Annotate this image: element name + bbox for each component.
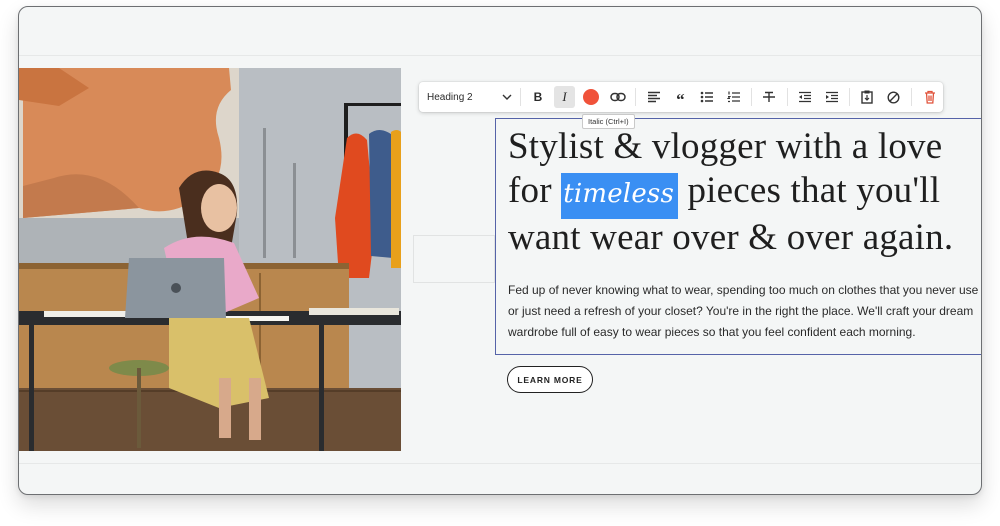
link-button[interactable] — [607, 86, 629, 108]
outdent-button[interactable] — [794, 86, 816, 108]
delete-button[interactable] — [919, 86, 941, 108]
section-divider-top — [19, 55, 981, 56]
empty-block-placeholder — [413, 235, 495, 283]
outdent-icon — [798, 91, 811, 103]
italic-icon: I — [562, 89, 567, 104]
editor-canvas: Stylist & vlogger with a love for timele… — [18, 6, 982, 495]
quote-button[interactable]: “ — [669, 86, 691, 109]
bold-icon: B — [533, 90, 543, 104]
bold-button[interactable]: B — [527, 86, 549, 108]
block-style-select[interactable]: Heading 2 — [419, 82, 516, 112]
selected-text[interactable]: timeless — [561, 173, 678, 219]
image-block[interactable] — [19, 68, 401, 451]
toolbar-divider — [519, 88, 521, 106]
headline[interactable]: Stylist & vlogger with a love for timele… — [508, 125, 978, 260]
toolbar-divider — [849, 88, 850, 106]
italic-tooltip: Italic (Ctrl+I) — [582, 114, 635, 129]
learn-more-button[interactable]: LEARN MORE — [507, 366, 593, 393]
indent-button[interactable] — [821, 86, 843, 108]
trash-icon — [924, 90, 935, 104]
color-swatch-icon — [583, 89, 600, 105]
toolbar-divider — [751, 88, 752, 106]
strikethrough-button[interactable] — [758, 86, 780, 108]
toolbar-divider — [911, 88, 913, 106]
link-icon — [610, 92, 626, 102]
toolbar-divider — [635, 88, 637, 106]
toolbar-divider — [786, 88, 788, 106]
clear-format-icon — [887, 90, 900, 104]
paste-button[interactable] — [856, 86, 878, 108]
indent-icon — [825, 91, 838, 103]
body-paragraph[interactable]: Fed up of never knowing what to wear, sp… — [508, 280, 981, 343]
section-divider-bottom — [19, 463, 981, 464]
align-button[interactable] — [643, 86, 665, 108]
align-left-icon — [647, 91, 660, 103]
chevron-down-icon — [498, 94, 516, 100]
woman-at-desk-photo — [19, 68, 401, 451]
quote-icon: “ — [676, 90, 685, 109]
numbered-list-button[interactable] — [723, 86, 745, 108]
clipboard-icon — [861, 90, 873, 104]
clear-format-button[interactable] — [883, 86, 905, 108]
numbered-list-icon — [726, 91, 740, 103]
text-block[interactable]: Stylist & vlogger with a love for timele… — [495, 118, 981, 355]
strikethrough-icon — [763, 91, 776, 102]
bulleted-list-icon — [700, 91, 714, 103]
bulleted-list-button[interactable] — [696, 86, 718, 108]
text-color-button[interactable] — [580, 86, 602, 108]
block-style-value: Heading 2 — [427, 91, 473, 103]
italic-button[interactable]: I — [553, 86, 576, 108]
formatting-toolbar: Heading 2 B I “ — [419, 82, 943, 112]
